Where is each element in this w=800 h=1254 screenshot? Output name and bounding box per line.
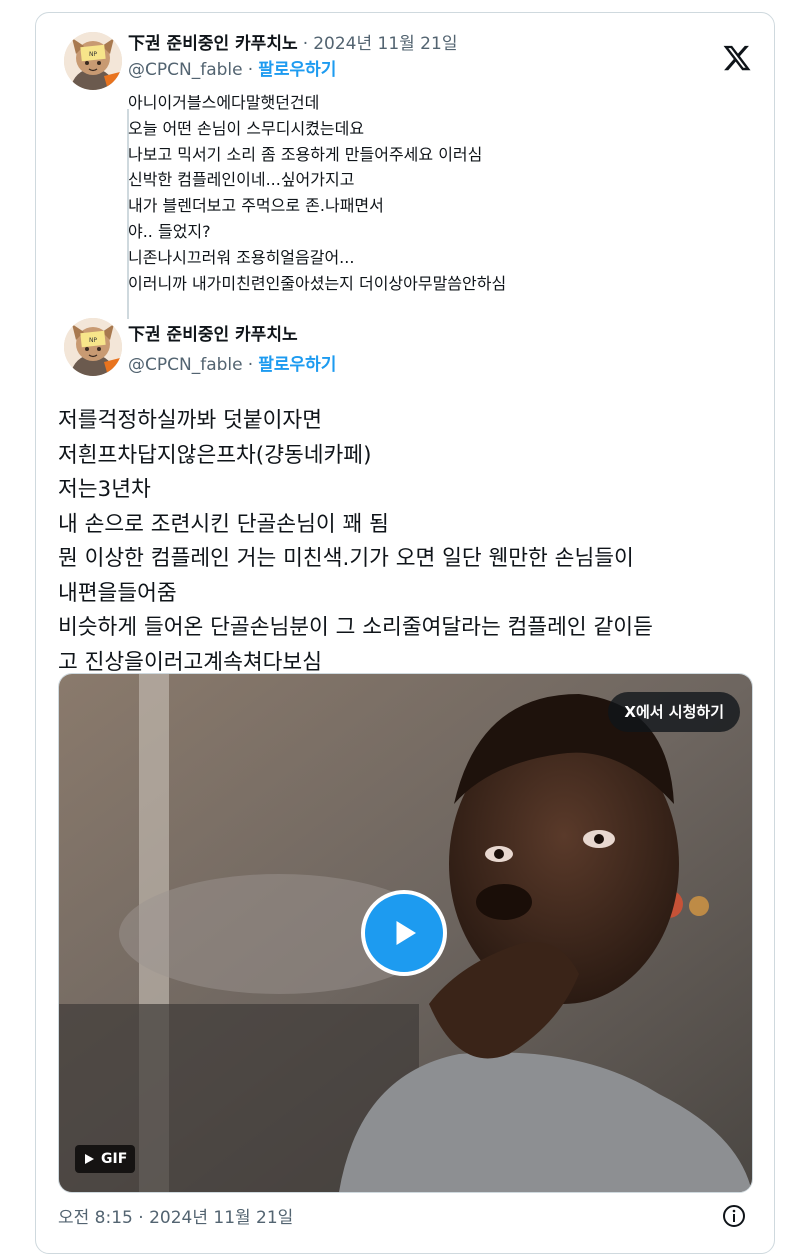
quoted-line: 내가 블렌더보고 주먹으로 존.나패면서 xyxy=(128,196,384,216)
quoted-line: 아니이거블스에다말햇던건데 xyxy=(128,93,320,112)
tweet-header: 下권 준비중인 카푸치노 @CPCN_fable · 팔로우하기 xyxy=(128,323,336,377)
quoted-line: 니존나시끄러워 조용히얼음갈어... xyxy=(128,247,355,267)
author-name[interactable]: 下권 준비중인 카푸치노 xyxy=(128,325,298,345)
quoted-author-avatar[interactable]: NP xyxy=(64,32,122,90)
tweet-card: NP 下권 준비중인 카푸치노 · 2024년 11월 21일 @CPCN_fa… xyxy=(35,12,775,1254)
play-button[interactable] xyxy=(361,890,447,976)
quoted-tweet-text: 아니이거블스에다말햇던건데 오늘 어떤 손님이 스무디시켰는데요 나보고 믹서기… xyxy=(128,90,506,296)
tweet-line: 비슷하게 들어온 단골손님분이 그 소리줄여달라는 컴플레인 같이듣 xyxy=(58,615,653,640)
tweet-line: 저는3년차 xyxy=(58,477,151,502)
play-small-icon xyxy=(85,1154,94,1164)
follow-button[interactable]: 팔로우하기 xyxy=(258,355,336,375)
gif-label: GIF xyxy=(101,1151,128,1167)
quoted-tweet-header: 下권 준비중인 카푸치노 · 2024년 11월 21일 @CPCN_fable… xyxy=(128,32,457,82)
author-avatar[interactable]: NP xyxy=(64,318,122,376)
tweet-line: 뭔 이상한 컴플레인 거는 미친색.기가 오면 일단 웬만한 손님들이 xyxy=(58,546,634,571)
quoted-author-name[interactable]: 下권 준비중인 카푸치노 xyxy=(128,34,298,54)
gif-badge: GIF xyxy=(75,1145,136,1173)
header-separator: · xyxy=(302,34,309,54)
play-icon xyxy=(396,921,416,945)
tweet-line: 내편을들어줌 xyxy=(58,580,177,606)
x-logo-icon[interactable] xyxy=(722,43,752,73)
handle-separator: · xyxy=(247,355,254,375)
watch-on-x-button[interactable]: X에서 시청하기 xyxy=(608,692,740,732)
quoted-tweet-date[interactable]: 2024년 11월 21일 xyxy=(313,34,457,54)
tweet-timestamp[interactable]: 오전 8:15 · 2024년 11월 21일 xyxy=(58,1203,293,1228)
quoted-line: 신박한 컴플레인이네...싶어가지고 xyxy=(128,170,355,190)
quoted-line: 오늘 어떤 손님이 스무디시켰는데요 xyxy=(128,118,365,138)
author-handle[interactable]: @CPCN_fable xyxy=(128,355,243,375)
tweet-text: 저를걱정하실까봐 덧붙이자면 저흰프차답지않은프차(걍동네카페) 저는3년차 내… xyxy=(58,404,768,680)
tweet-line: 내 손으로 조련시킨 단골손님이 꽤 됨 xyxy=(58,511,389,537)
quoted-line: 나보고 믹서기 소리 좀 조용하게 만들어주세요 이러심 xyxy=(128,144,483,164)
gif-media[interactable]: X에서 시청하기 GIF xyxy=(58,673,753,1193)
quoted-line: 야.. 들었지? xyxy=(128,221,211,241)
tweet-line: 저흰프차답지않은프차(걍동네카페) xyxy=(58,442,372,468)
info-icon[interactable] xyxy=(722,1204,746,1228)
quoted-line: 이러니까 내가미친련인줄아셨는지 더이상아무말씀안하심 xyxy=(128,273,507,293)
svg-text:NP: NP xyxy=(89,51,97,58)
quoted-author-handle[interactable]: @CPCN_fable xyxy=(128,60,243,80)
tweet-line: 저를걱정하실까봐 덧붙이자면 xyxy=(58,408,322,433)
quoted-follow-button[interactable]: 팔로우하기 xyxy=(258,60,336,80)
handle-separator: · xyxy=(247,60,254,80)
svg-text:NP: NP xyxy=(89,337,97,344)
